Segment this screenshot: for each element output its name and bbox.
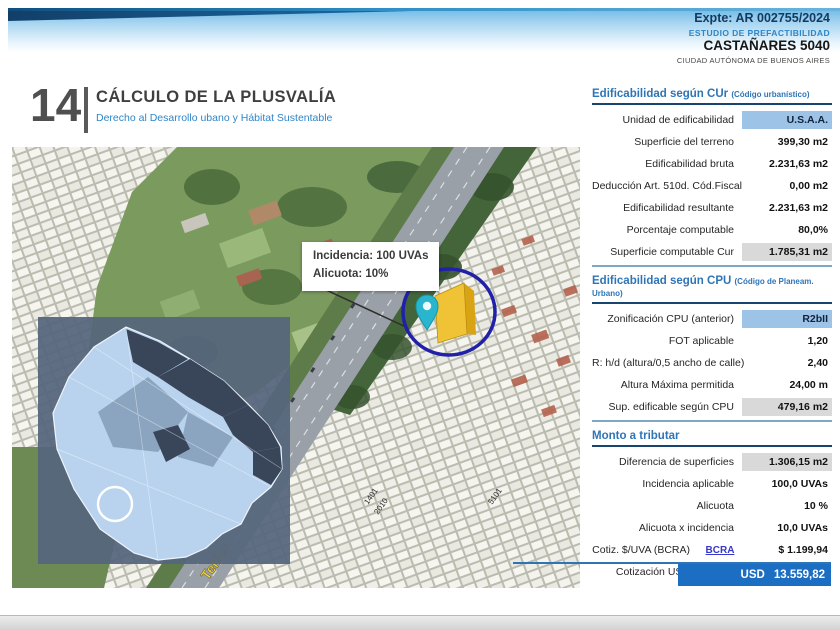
table-row: Incidencia aplicable 100,0 UVAs (592, 473, 832, 495)
aerial-map[interactable]: Tellier 5101 1401 2010 Incidencia: 100 U… (12, 147, 580, 588)
row-value: 1.785,31 m2 (742, 243, 832, 261)
incidencia-tooltip: Incidencia: 100 UVAs Alicuota: 10% (302, 242, 439, 291)
table-row: Altura Máxima permitida 24,00 m (592, 374, 832, 396)
expediente-number: Expte: AR 002755/2024 (694, 11, 830, 25)
table-row: FOT aplicable 1,20 (592, 330, 832, 352)
row-value: 399,30 m2 (742, 133, 832, 151)
row-value: 10 % (742, 497, 832, 515)
section-monto-title: Monto a tributar (592, 430, 680, 442)
table-row: Unidad de edificabilidad U.S.A.A. (592, 109, 832, 131)
row-label: Altura Máxima permitida (592, 379, 742, 391)
title-divider (84, 87, 88, 133)
row-value: R2bII (742, 310, 832, 328)
row-value: 1,20 (742, 332, 832, 350)
table-row: Superficie computable Cur 1.785,31 m2 (592, 241, 832, 263)
edificabilidad-panel: Edificabilidad según CUr (Código urbanís… (592, 86, 832, 589)
tooltip-incidencia: Incidencia: 100 UVAs (313, 248, 428, 266)
row-value: 2,40 (752, 354, 832, 372)
section-monto: Monto a tributar Diferencia de superfici… (592, 428, 832, 583)
page-title: CÁLCULO DE LA PLUSVALÍA (96, 88, 336, 107)
total-usd-bar: USD 13.559,82 (678, 564, 831, 586)
page-subtitle: Derecho al Desarrollo ubano y Hábitat Su… (96, 112, 332, 124)
row-value: U.S.A.A. (742, 111, 832, 129)
row-value: 10,0 UVAs (742, 519, 832, 537)
row-label: Sup. edificable según CPU (592, 401, 742, 413)
bcra-link[interactable]: BCRA (698, 545, 742, 556)
table-row: Alicuota x incidencia 10,0 UVAs (592, 517, 832, 539)
row-value: 0,00 m2 (750, 177, 832, 195)
study-type-label: ESTUDIO DE PREFACTIBILIDAD (689, 28, 830, 38)
section-cur: Edificabilidad según CUr (Código urbanís… (592, 86, 832, 267)
row-label: Edificabilidad bruta (592, 158, 742, 170)
report-page: Expte: AR 002755/2024 ESTUDIO DE PREFACT… (0, 0, 840, 630)
row-value: 479,16 m2 (742, 398, 832, 416)
table-row: Diferencia de superficies 1.306,15 m2 (592, 451, 832, 473)
section-cpu-title: Edificabilidad según CPU (592, 275, 731, 287)
row-value: 1.306,15 m2 (742, 453, 832, 471)
section-cpu-header: Edificabilidad según CPU (Código de Plan… (592, 273, 832, 304)
section-cur-header: Edificabilidad según CUr (Código urbanís… (592, 86, 832, 105)
section-cur-note: (Código urbanístico) (731, 90, 809, 99)
row-label: Porcentaje computable (592, 224, 742, 236)
property-address: CASTAÑARES 5040 (703, 38, 830, 53)
city-label: CIUDAD AUTÓNOMA DE BUENOS AIRES (677, 56, 830, 65)
row-label: Superficie computable Cur (592, 246, 742, 258)
city-incidencia-inset-map[interactable] (38, 317, 290, 564)
row-value: 100,0 UVAs (742, 475, 832, 493)
section-cur-title: Edificabilidad según CUr (592, 88, 728, 100)
row-label: FOT aplicable (592, 335, 742, 347)
table-row: Edificabilidad bruta 2.231,63 m2 (592, 153, 832, 175)
row-label: Edificabilidad resultante (592, 202, 742, 214)
table-row: Deducción Art. 510d. Cód.Fiscal 0,00 m2 (592, 175, 832, 197)
row-label: Alicuota (592, 500, 742, 512)
row-label: Deducción Art. 510d. Cód.Fiscal (592, 180, 750, 192)
section-monto-header: Monto a tributar (592, 428, 832, 447)
total-currency: USD (741, 569, 765, 581)
row-label: Diferencia de superficies (592, 456, 742, 468)
table-row: Sup. edificable según CPU 479,16 m2 (592, 396, 832, 418)
section-number: 14 (30, 82, 81, 128)
table-row: R: h/d (altura/0,5 ancho de calle) 2,40 (592, 352, 832, 374)
row-value: 2.231,63 m2 (742, 199, 832, 217)
table-row: Alicuota 10 % (592, 495, 832, 517)
row-label: Zonificación CPU (anterior) (592, 313, 742, 325)
row-label: Incidencia aplicable (592, 478, 742, 490)
row-value: 2.231,63 m2 (742, 155, 832, 173)
row-label: Alicuota x incidencia (592, 522, 742, 534)
table-row: Cotiz. $/UVA (BCRA) BCRA $ 1.199,94 (592, 539, 832, 561)
section-cpu: Edificabilidad según CPU (Código de Plan… (592, 273, 832, 422)
row-label: Cotiz. $/UVA (BCRA) (592, 544, 698, 556)
total-amount: 13.559,82 (774, 569, 825, 581)
row-value: 80,0% (742, 221, 832, 239)
table-row: Edificabilidad resultante 2.231,63 m2 (592, 197, 832, 219)
window-bottom-bar (0, 615, 840, 630)
row-label: R: h/d (altura/0,5 ancho de calle) (592, 357, 752, 369)
row-label: Unidad de edificabilidad (592, 114, 742, 126)
table-row: Zonificación CPU (anterior) R2bII (592, 308, 832, 330)
inset-map-graphic (38, 317, 290, 564)
table-row: Superficie del terreno 399,30 m2 (592, 131, 832, 153)
row-value: 24,00 m (742, 376, 832, 394)
row-value: $ 1.199,94 (742, 541, 832, 559)
tooltip-alicuota: Alicuota: 10% (313, 266, 428, 284)
row-label: Superficie del terreno (592, 136, 742, 148)
table-row: Porcentaje computable 80,0% (592, 219, 832, 241)
